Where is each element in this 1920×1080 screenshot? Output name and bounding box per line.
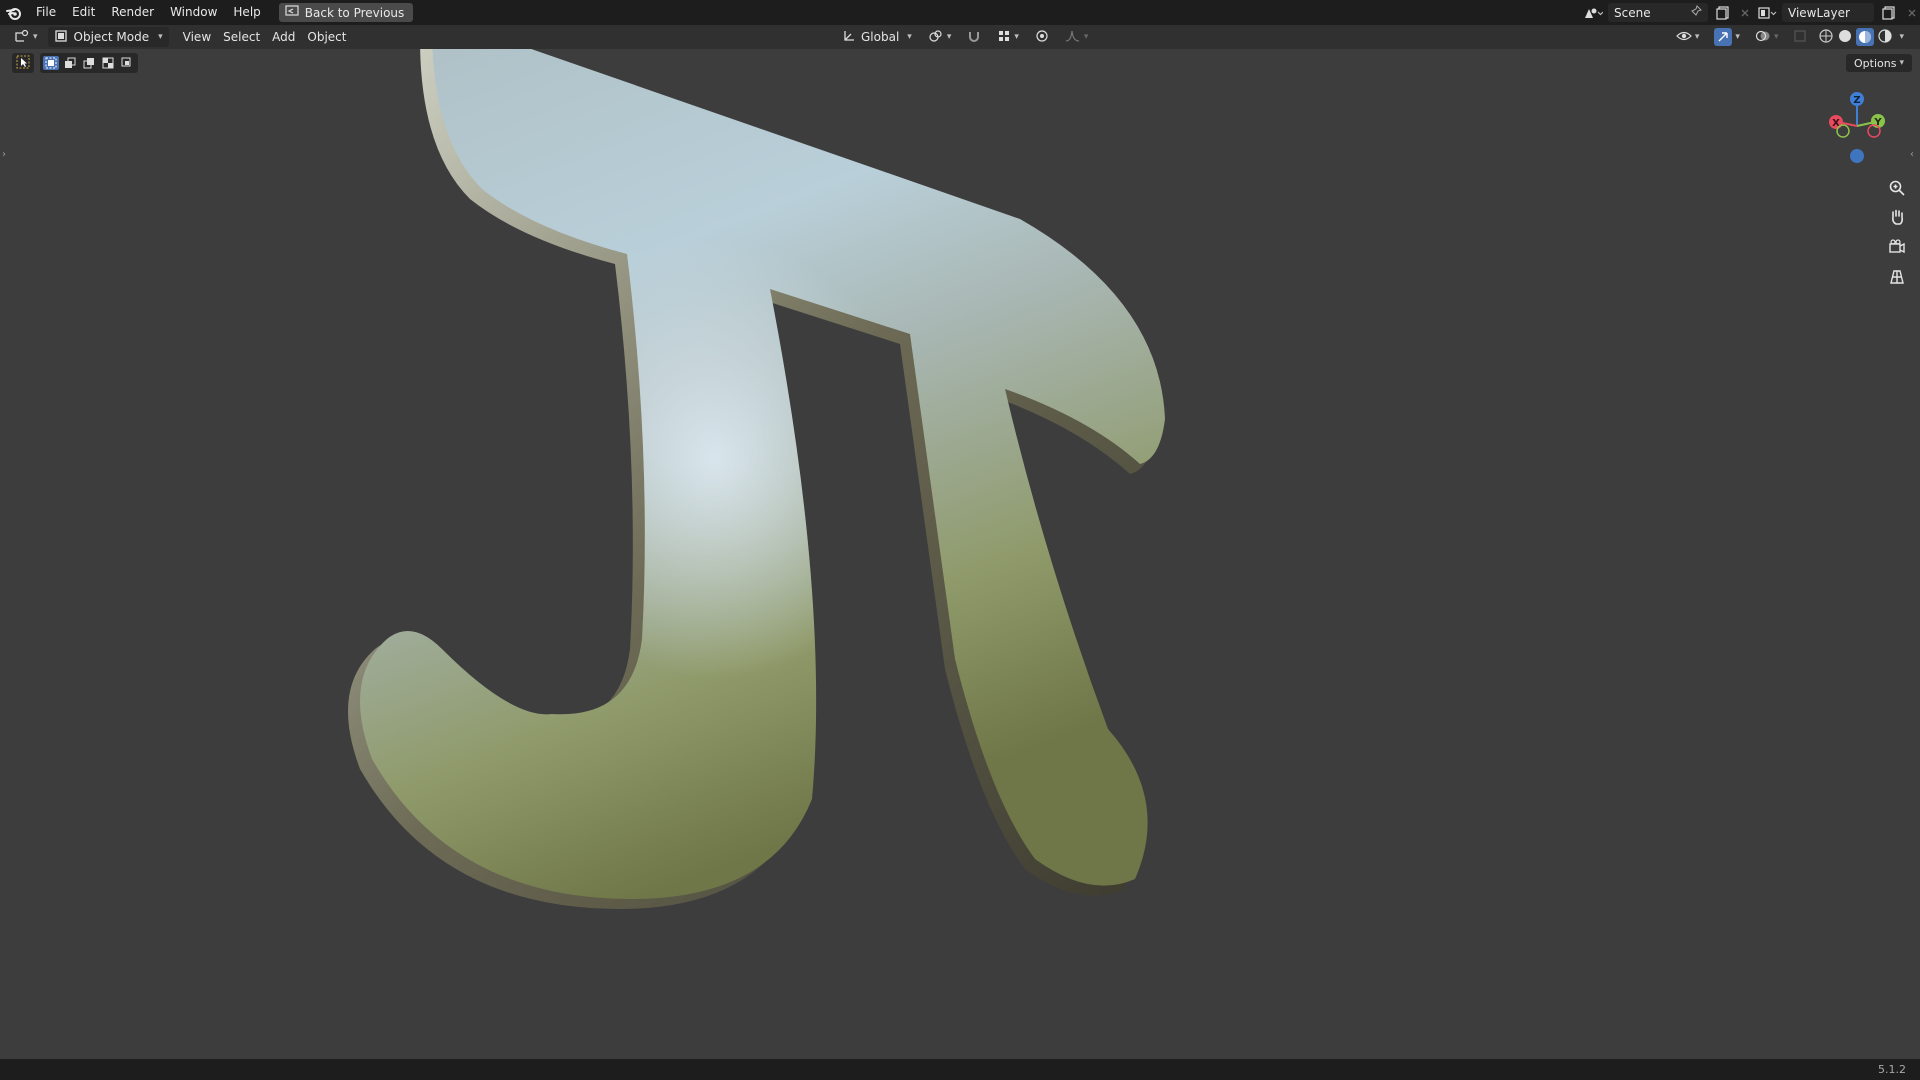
material-preview-shading-icon[interactable] [1856,28,1875,46]
gizmo-toggle[interactable]: ▾ [1708,27,1746,47]
snap-target-dropdown[interactable]: ▾ [991,27,1025,47]
falloff-dropdown[interactable]: ▾ [1059,27,1095,47]
chevron-down-icon: ▾ [1694,32,1700,42]
back-to-previous-label: Back to Previous [304,5,405,20]
scene-name: Scene [1614,5,1651,20]
object-mode-icon [54,29,68,46]
scene-name-field[interactable]: Scene [1608,3,1708,22]
camera-view-icon[interactable] [1884,234,1910,260]
axis-gizmo[interactable]: Z Y X [1822,86,1892,166]
magnet-icon [967,29,981,46]
menu-select[interactable]: Select [217,27,266,47]
delete-view-layer-icon[interactable] [1904,3,1920,22]
orthographic-grid-icon[interactable] [1884,264,1910,290]
proportional-editing-icon [1035,29,1049,46]
chevron-down-icon: ▾ [1083,32,1089,42]
chevron-down-icon: ▾ [158,32,163,42]
gizmo-icon [1714,28,1733,46]
overlays-toggle[interactable]: ▾ [1749,27,1785,47]
falloff-curve-icon [1065,29,1081,46]
sidebar-expand-arrow-icon[interactable]: ‹ [1910,149,1918,163]
select-tool-button[interactable] [12,53,34,73]
version-label: 5.1.2 [1878,1063,1906,1076]
chevron-down-icon: ▾ [907,32,912,42]
view-layer-name: ViewLayer [1788,5,1850,20]
pivot-point-icon [928,29,944,46]
view-layer-selector-icon[interactable] [1756,3,1778,22]
blender-logo-icon[interactable] [0,0,28,25]
new-view-layer-icon[interactable] [1878,3,1900,22]
select-intersect-icon[interactable] [119,56,135,70]
back-screen-icon [285,5,299,20]
cursor-select-icon [16,54,30,73]
chevron-down-icon[interactable]: ▾ [1899,32,1904,42]
overlays-icon [1755,29,1771,46]
gizmo-z-label: Z [1853,95,1860,106]
chevron-down-icon: ▾ [1773,32,1779,42]
menu-window[interactable]: Window [162,0,225,25]
proportional-editing-toggle[interactable] [1029,27,1055,47]
pan-hand-icon[interactable] [1884,204,1910,230]
chevron-down-icon: ▾ [1014,32,1019,42]
select-extend-icon[interactable] [62,56,78,70]
chevron-down-icon: ▾ [1899,58,1904,68]
pi-highlight [360,49,1165,899]
options-dropdown[interactable]: Options ▾ [1846,54,1912,72]
status-bar: 5.1.2 [0,1059,1920,1080]
menu-object[interactable]: Object [301,27,352,47]
orientation-axes-icon [842,29,856,46]
editor-type-button[interactable]: ▾ [8,27,44,47]
pivot-point-dropdown[interactable]: ▾ [922,27,958,47]
solid-shading-icon[interactable] [1837,28,1853,47]
mode-label: Object Mode [73,30,150,44]
new-scene-icon[interactable] [1712,3,1734,22]
menu-render[interactable]: Render [103,0,162,25]
top-bar: File Edit Render Window Help Back to Pre… [0,0,1920,25]
wireframe-shading-icon[interactable] [1818,28,1834,47]
select-subtract-icon[interactable] [81,56,97,70]
options-label: Options [1854,56,1897,70]
selection-mode-group [40,53,138,73]
pi-object[interactable] [0,49,1920,1059]
xray-icon [1793,29,1807,46]
toolbar-expand-arrow-icon[interactable]: › [2,149,10,163]
menu-add[interactable]: Add [266,27,301,47]
pin-icon[interactable] [1690,5,1702,20]
chevron-down-icon: ▾ [946,32,952,42]
transform-orientation-dropdown[interactable]: Global ▾ [836,27,918,47]
3d-viewport[interactable]: › ‹ Z Y X [0,49,1920,1059]
chevron-down-icon: ▾ [1735,32,1740,42]
select-new-icon[interactable] [43,56,59,70]
orientation-label: Global [861,30,900,44]
back-to-previous-button[interactable]: Back to Previous [278,3,414,22]
view-layer-name-field[interactable]: ViewLayer [1782,3,1874,22]
rendered-shading-icon[interactable] [1877,28,1893,47]
delete-scene-icon[interactable] [1738,3,1752,22]
menu-help[interactable]: Help [225,0,268,25]
object-mode-dropdown[interactable]: Object Mode ▾ [47,27,169,47]
viewport-header: ▾ Object Mode ▾ View Select Add Object G… [0,25,1920,49]
tool-settings-row [12,53,138,73]
object-visibility-dropdown[interactable]: ▾ [1670,27,1706,47]
scene-selector-icon[interactable] [1582,3,1604,22]
xray-toggle[interactable] [1787,27,1813,47]
chevron-down-icon: ▾ [33,32,38,42]
3d-viewport-icon [14,29,30,46]
menu-file[interactable]: File [28,0,64,25]
shading-mode-group: ▾ [1816,27,1906,47]
select-invert-icon[interactable] [100,56,116,70]
menu-edit[interactable]: Edit [64,0,103,25]
zoom-icon[interactable] [1884,175,1910,201]
snap-grid-icon [997,29,1011,46]
eye-selectability-icon [1676,29,1692,46]
snap-toggle[interactable] [961,27,987,47]
menu-view[interactable]: View [177,27,217,47]
